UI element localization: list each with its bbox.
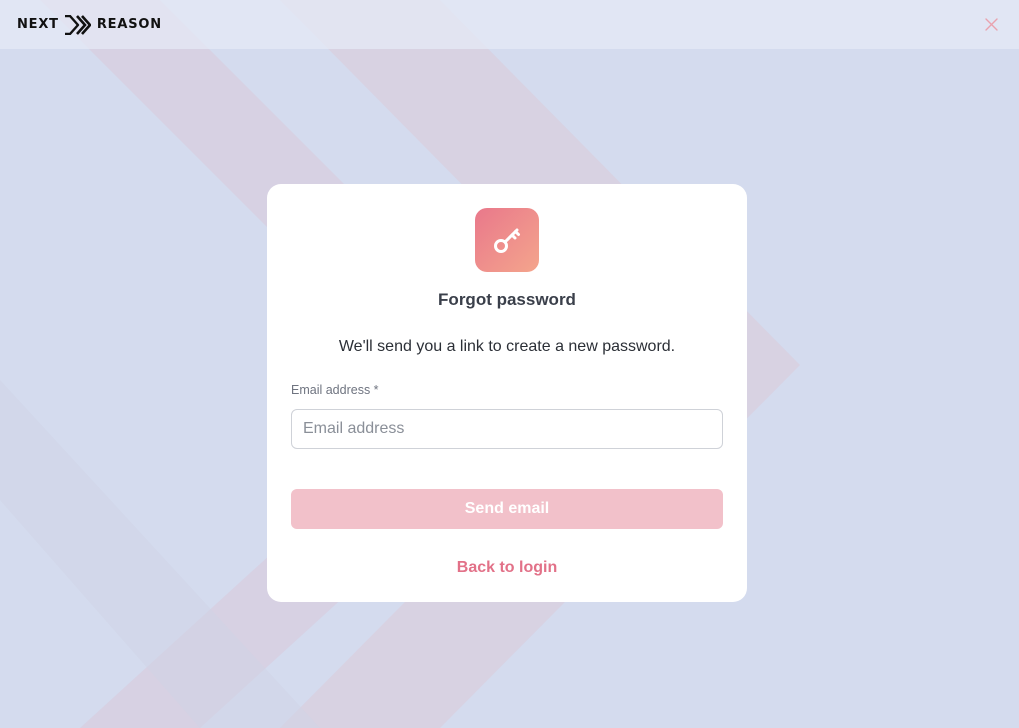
email-field[interactable] xyxy=(291,409,723,449)
forgot-password-card: Forgot password We'll send you a link to… xyxy=(267,184,747,602)
key-icon-tile xyxy=(475,208,539,272)
key-icon xyxy=(494,228,520,253)
email-label: Email address * xyxy=(291,383,379,397)
logo-chevrons-icon xyxy=(64,14,91,35)
close-icon xyxy=(984,18,998,31)
page-title: Forgot password xyxy=(438,290,576,309)
back-to-login-link[interactable]: Back to login xyxy=(267,559,747,577)
logo: NEXT REASON xyxy=(17,14,162,35)
close-button[interactable] xyxy=(981,15,1001,35)
logo-text-left: NEXT xyxy=(17,17,59,32)
page: NEXT REASON Forgot password We'll send y… xyxy=(0,0,1019,728)
top-bar: NEXT REASON xyxy=(0,0,1019,49)
send-email-button[interactable]: Send email xyxy=(291,489,723,529)
logo-text-right: REASON xyxy=(96,17,162,32)
instruction-text: We'll send you a link to create a new pa… xyxy=(338,338,676,355)
